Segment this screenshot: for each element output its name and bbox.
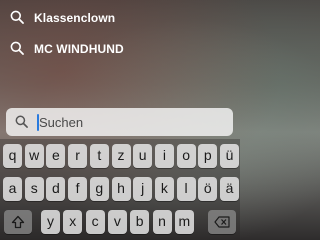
key-k[interactable]: k <box>154 177 174 201</box>
key-x[interactable]: x <box>63 210 83 234</box>
search-icon <box>10 41 24 55</box>
key-ü[interactable]: ü <box>220 144 239 168</box>
search-bar[interactable]: Suchen <box>6 108 233 136</box>
shift-icon <box>11 215 25 229</box>
key-y[interactable]: y <box>41 210 60 234</box>
suggestion-label: MC WINDHUND <box>34 42 124 56</box>
key-ä[interactable]: ä <box>220 177 239 201</box>
key-e[interactable]: e <box>46 144 66 168</box>
suggestion-label: Klassenclown <box>34 11 116 25</box>
key-m[interactable]: m <box>174 210 194 234</box>
key-h[interactable]: h <box>111 177 131 201</box>
keyboard: qwertzuiopü asdfghjklöä yxcvbnm <box>0 139 240 240</box>
search-icon <box>10 10 24 24</box>
search-icon <box>15 115 28 128</box>
delete-key[interactable] <box>208 210 236 234</box>
key-q[interactable]: q <box>3 144 22 168</box>
key-d[interactable]: d <box>46 177 66 201</box>
search-input[interactable]: Suchen <box>39 114 83 131</box>
key-o[interactable]: o <box>176 144 196 168</box>
key-f[interactable]: f <box>68 177 88 201</box>
key-a[interactable]: a <box>3 177 22 201</box>
key-g[interactable]: g <box>89 177 109 201</box>
key-v[interactable]: v <box>107 210 127 234</box>
key-c[interactable]: c <box>85 210 105 234</box>
suggestion-item[interactable]: Klassenclown <box>0 2 240 34</box>
key-l[interactable]: l <box>176 177 196 201</box>
key-z[interactable]: z <box>111 144 131 168</box>
key-b[interactable]: b <box>130 210 150 234</box>
key-s[interactable]: s <box>24 177 44 201</box>
key-p[interactable]: p <box>198 144 218 168</box>
key-j[interactable]: j <box>133 177 153 201</box>
delete-icon <box>214 216 230 228</box>
key-r[interactable]: r <box>68 144 88 168</box>
key-n[interactable]: n <box>152 210 172 234</box>
key-t[interactable]: t <box>89 144 109 168</box>
key-i[interactable]: i <box>154 144 174 168</box>
key-ö[interactable]: ö <box>198 177 218 201</box>
suggestion-item[interactable]: MC WINDHUND <box>0 33 240 65</box>
shift-key[interactable] <box>4 210 32 234</box>
key-u[interactable]: u <box>133 144 153 168</box>
key-w[interactable]: w <box>24 144 44 168</box>
